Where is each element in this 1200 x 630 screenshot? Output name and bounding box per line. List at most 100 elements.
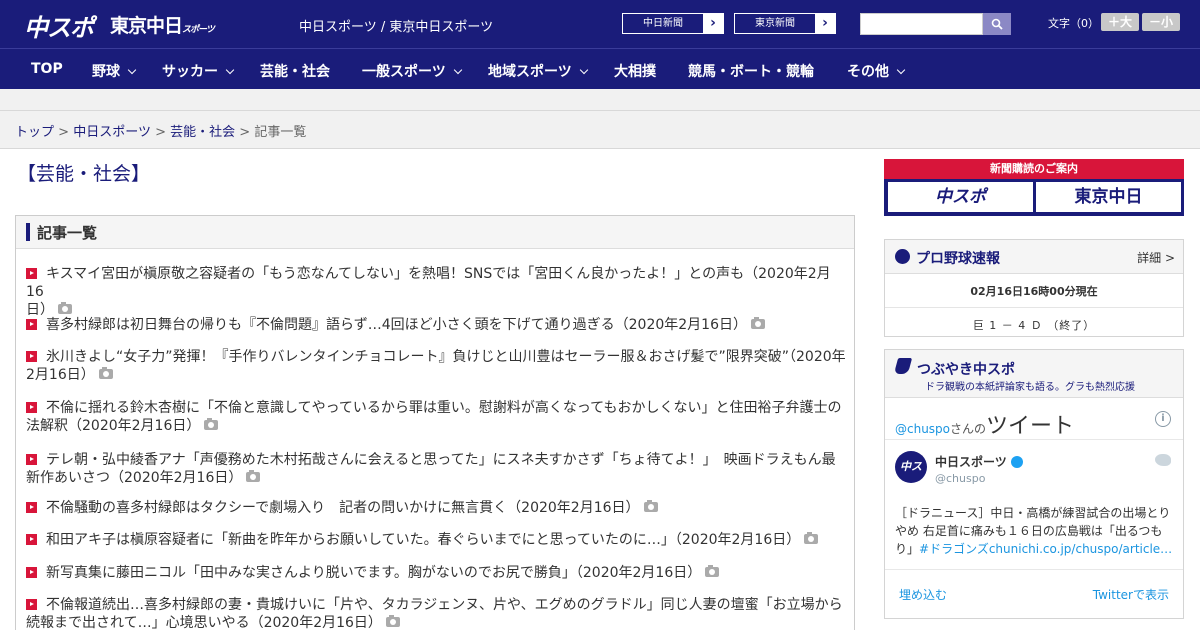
list-item[interactable]: 和田アキ子は槇原容疑者に「新曲を昨年からお願いしていた。春ぐらいまでにと思ってい… <box>26 531 848 549</box>
article-title: 和田アキ子は槇原容疑者に「新曲を昨年からお願いしていた。春ぐらいまでにと思ってい… <box>46 532 801 548</box>
main-nav: TOP 野球 サッカー 芸能・社会 一般スポーツ 地域スポーツ 大相撲 競馬・ボ… <box>0 48 1200 89</box>
timeline-label: ツイート <box>986 414 1075 439</box>
bullet-icon <box>26 351 37 362</box>
article-title: 不倫に揺れる鈴木杏樹に「不倫と意識してやっているから罪は重い。慰謝料が高くなって… <box>46 400 842 416</box>
nav-item-label: サッカー <box>162 64 218 80</box>
subscription-logo-tokyo-chunichi[interactable]: 東京中日 <box>1036 182 1181 212</box>
page-title: 【芸能・社会】 <box>17 163 151 185</box>
bullet-icon <box>26 402 37 413</box>
font-size-label: 文字（0） <box>1048 17 1099 30</box>
list-item[interactable]: 不倫騒動の喜多村緑郎はタクシーで劇場入り 記者の問いかけに無言貫く（2020年2… <box>26 499 848 517</box>
nav-item-racing[interactable]: 競馬・ボート・競輪 <box>688 61 814 81</box>
tweet-widget-title: つぶやき中スポ <box>917 362 1015 378</box>
tweet-account-name[interactable]: 中日スポーツ <box>935 453 1023 470</box>
camera-icon <box>643 500 658 512</box>
list-item[interactable]: 不倫に揺れる鈴木杏樹に「不倫と意識してやっているから罪は重い。慰謝料が高くなって… <box>26 399 848 435</box>
nav-item-sumo[interactable]: 大相撲 <box>614 61 656 81</box>
timeline-handle[interactable]: @chuspo <box>895 422 950 436</box>
ext-link-tokyo-shimbun[interactable]: 東京新聞 › <box>734 13 836 34</box>
breadcrumb-link-top[interactable]: トップ <box>15 125 54 140</box>
nav-item-baseball[interactable]: 野球 <box>92 61 137 81</box>
tweet-link[interactable]: #ドラゴンズchunichi.co.jp/chuspo/article… <box>919 542 1172 556</box>
article-title: テレ朝・弘中綾香アナ「声優務めた木村拓哉さんに会えると思ってた」にスネ夫すかさず… <box>46 452 836 468</box>
avatar[interactable]: 中スポ <box>895 451 927 505</box>
tweet-widget-footer: 埋め込む Twitterで表示 <box>885 570 1183 614</box>
tokyo-chunichi-logo-text: 東京中日 <box>110 15 183 37</box>
article-title-cont: 新作あいさつ（2020年2月16日） <box>26 470 243 486</box>
bullet-icon <box>26 599 37 610</box>
baseball-details-link[interactable]: 詳細 > <box>1137 249 1175 266</box>
breadcrumb-link-entertainment[interactable]: 芸能・社会 <box>170 125 235 140</box>
article-title: キスマイ宮田が槇原敬之容疑者の「もう恋なんてしない」を熱唱！SNSでは「宮田くん… <box>26 266 831 300</box>
chevron-down-icon <box>579 65 588 75</box>
chevron-down-icon <box>127 65 137 75</box>
list-item[interactable]: 氷川きよし“女子力”発揮！『手作りバレンタインチョコレート』負けじと山川豊はセー… <box>26 348 848 384</box>
tokyo-chunichi-logo[interactable]: 東京中日スポーツ <box>110 11 215 38</box>
baseball-widget-header: プロ野球速報 詳細 > <box>885 240 1183 274</box>
nav-item-other[interactable]: その他 <box>847 61 906 81</box>
nav-item-label: その他 <box>847 64 889 80</box>
chuspo-logo[interactable]: 中スポ <box>24 8 94 43</box>
article-title: 氷川きよし“女子力”発揮！『手作りバレンタインチョコレート』負けじと山川豊はセー… <box>46 349 846 365</box>
subscription-banner[interactable]: 新聞購読のご案内 中スポ 東京中日 <box>884 159 1184 216</box>
twitter-bird-icon[interactable] <box>1155 454 1171 466</box>
nav-item-top[interactable]: TOP <box>31 61 63 77</box>
tweet-timeline-title: @chuspoさんのツイート i <box>885 398 1183 440</box>
ext-link-chunichi-shimbun[interactable]: 中日新聞 › <box>622 13 724 34</box>
ext-link-label: 東京新聞 <box>755 18 795 29</box>
chevron-down-icon <box>896 65 906 75</box>
list-item[interactable]: 新写真集に藤田ニコル「田中みな実さんより脱いでます。胸がないのでお尻で勝負」（2… <box>26 564 848 582</box>
camera-icon <box>58 302 72 314</box>
nav-item-soccer[interactable]: サッカー <box>162 61 235 81</box>
baseball-score-widget: プロ野球速報 詳細 > 02月16日16時00分現在 巨 1 － 4 Ｄ （終了… <box>884 239 1184 337</box>
breadcrumb-separator: > <box>155 125 166 140</box>
nav-item-label: 芸能・社会 <box>260 64 330 80</box>
search-icon <box>991 18 1003 30</box>
camera-icon <box>804 532 819 544</box>
heading-accent-bar <box>26 223 30 241</box>
nav-item-label: 競馬・ボート・競輪 <box>688 64 814 80</box>
embed-link[interactable]: 埋め込む <box>899 586 947 603</box>
font-smaller-button[interactable]: －小 <box>1142 13 1180 31</box>
nav-item-local-sports[interactable]: 地域スポーツ <box>488 61 588 81</box>
tweet-widget: つぶやき中スポ ドラ観戦の本紙評論家も語る。グラも熱烈応援 @chuspoさんの… <box>884 349 1184 619</box>
article-title: 新写真集に藤田ニコル「田中みな実さんより脱いでます。胸がないのでお尻で勝負」（2… <box>46 565 702 581</box>
subscription-logo-chuspo[interactable]: 中スポ <box>888 182 1033 212</box>
nav-item-entertainment[interactable]: 芸能・社会 <box>260 61 330 81</box>
timeline-handle-suffix: さんの <box>950 422 987 436</box>
divider <box>0 110 1200 111</box>
list-item[interactable]: 不倫報道続出…喜多村緑郎の妻・貴城けいに「片や、タカラジェンヌ、片や、エグめのグ… <box>26 596 848 630</box>
search-button[interactable] <box>983 13 1011 35</box>
breadcrumb-link-chuspo[interactable]: 中日スポーツ <box>73 125 151 140</box>
info-icon[interactable]: i <box>1155 411 1171 427</box>
baseball-icon <box>895 249 910 264</box>
baseball-update-time: 02月16日16時00分現在 <box>885 274 1183 308</box>
chevron-down-icon <box>453 65 462 75</box>
article-list-header: 記事一覧 <box>16 216 854 249</box>
list-item[interactable]: 喜多村緑郎は初日舞台の帰りも『不倫問題』語らず…4回ほど小さく頭を下げて通り過ぎ… <box>26 316 848 334</box>
bullet-icon <box>26 319 37 330</box>
breadcrumb-separator: > <box>58 125 70 140</box>
nav-item-general-sports[interactable]: 一般スポーツ <box>362 61 462 81</box>
tweet: 中スポ 中日スポーツ @chuspo ［ドラニュース］中日・高橋が練習試合の出場… <box>885 440 1183 570</box>
top-header: 中スポ 東京中日スポーツ 中日スポーツ / 東京中日スポーツ 中日新聞 › 東京… <box>0 0 1200 48</box>
bullet-icon <box>26 534 37 545</box>
chevron-right-icon: › <box>703 14 723 33</box>
font-larger-button[interactable]: ＋大 <box>1101 13 1139 31</box>
nav-item-label: 地域スポーツ <box>488 64 572 80</box>
article-title-cont: 法解釈（2020年2月16日） <box>26 418 201 434</box>
nav-item-label: 一般スポーツ <box>362 64 446 80</box>
list-item[interactable]: キスマイ宮田が槇原敬之容疑者の「もう恋なんてしない」を熱唱！SNSでは「宮田くん… <box>26 265 848 319</box>
list-item[interactable]: テレ朝・弘中綾香アナ「声優務めた木村拓哉さんに会えると思ってた」にスネ夫すかさず… <box>26 451 848 487</box>
breadcrumb-band <box>0 89 1200 149</box>
article-title: 不倫報道続出…喜多村緑郎の妻・貴城けいに「片や、タカラジェンヌ、片や、エグめのグ… <box>46 597 843 613</box>
camera-icon <box>204 418 219 430</box>
baseball-score[interactable]: 巨 1 － 4 Ｄ （終了） <box>885 308 1183 342</box>
subscription-title: 新聞購読のご案内 <box>884 159 1184 179</box>
search-input[interactable] <box>860 13 983 35</box>
tweet-account-handle[interactable]: @chuspo <box>935 472 985 485</box>
article-list-heading: 記事一覧 <box>37 223 98 242</box>
view-on-twitter-link[interactable]: Twitterで表示 <box>1093 586 1169 603</box>
nav-item-label: 野球 <box>92 64 120 80</box>
chevron-right-icon: › <box>815 14 835 33</box>
